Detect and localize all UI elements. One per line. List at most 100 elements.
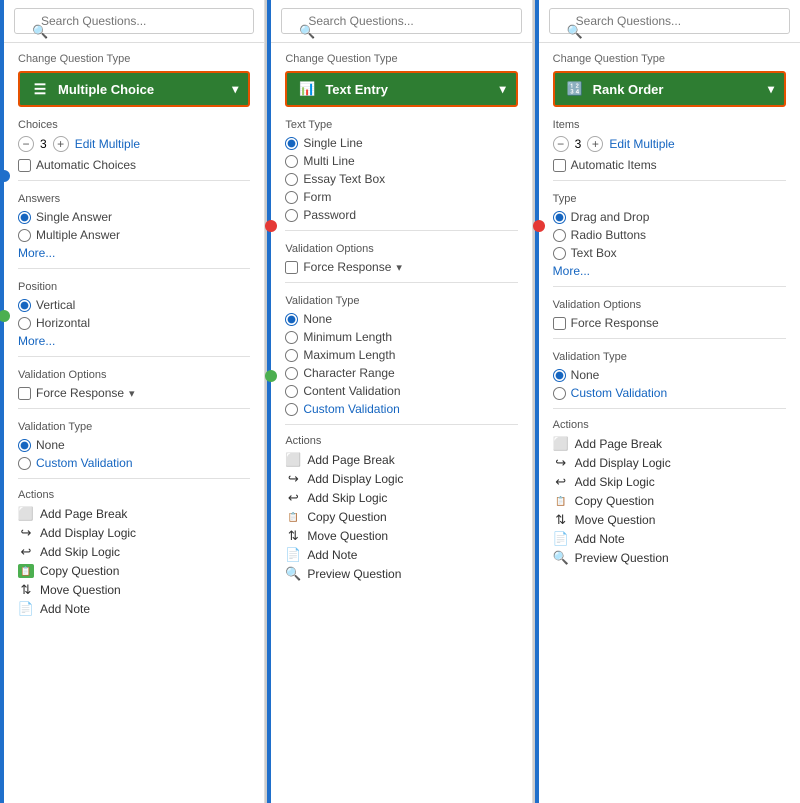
multiple-answer-radio[interactable] — [18, 229, 31, 242]
vt-custom-label-3[interactable]: Custom Validation — [571, 386, 668, 400]
action-page-break-3[interactable]: ⬜ Add Page Break — [553, 437, 786, 451]
move-question-icon-1: ⇅ — [18, 583, 34, 597]
items-plus-btn[interactable]: + — [587, 136, 603, 152]
search-input-2[interactable] — [281, 8, 521, 34]
force-response-checkbox-2[interactable] — [285, 261, 298, 274]
force-response-checkbox-3[interactable] — [553, 317, 566, 330]
vt-charrange-radio[interactable] — [285, 367, 298, 380]
validation-type-label-3: Validation Type — [553, 351, 786, 363]
divider-3b — [553, 286, 786, 287]
force-dropdown-1[interactable]: ▾ — [129, 387, 135, 400]
action-copy-question-3[interactable]: 📋 Copy Question — [553, 494, 786, 508]
vertical-radio[interactable] — [18, 299, 31, 312]
panel-multiple-choice: 🔍 Change Question Type ☰ Multiple Choice… — [0, 0, 265, 803]
actions-label-1: Actions — [18, 489, 250, 501]
force-response-label-2: Force Response — [303, 260, 391, 274]
action-move-question-2[interactable]: ⇅ Move Question — [285, 529, 517, 543]
side-dot-3a — [533, 220, 545, 232]
automatic-choices-row: Automatic Choices — [18, 158, 250, 172]
edit-multiple-choices-btn[interactable]: Edit Multiple — [75, 137, 140, 151]
divider-4 — [18, 408, 250, 409]
vt-none-radio-3[interactable] — [553, 369, 566, 382]
vt-minlen-radio[interactable] — [285, 331, 298, 344]
action-display-logic-1[interactable]: ↪ Add Display Logic — [18, 526, 250, 540]
text-entry-icon: 📊 — [297, 81, 317, 97]
single-answer-label: Single Answer — [36, 210, 112, 224]
move-question-icon-2: ⇅ — [285, 529, 301, 543]
vt-minlen-label: Minimum Length — [303, 330, 392, 344]
answers-more-link[interactable]: More... — [18, 246, 250, 260]
choices-plus-btn[interactable]: + — [53, 136, 69, 152]
horizontal-radio[interactable] — [18, 317, 31, 330]
vt-none-radio-1[interactable] — [18, 439, 31, 452]
essay-text-box-radio[interactable] — [285, 173, 298, 186]
vt-custom-row-3: Custom Validation — [553, 386, 786, 400]
vt-custom-radio-2[interactable] — [285, 403, 298, 416]
vt-custom-label-1[interactable]: Custom Validation — [36, 456, 133, 470]
btn-left-1: ☰ Multiple Choice — [30, 81, 154, 97]
action-copy-question-2[interactable]: 📋 Copy Question — [285, 510, 517, 524]
vt-custom-radio-1[interactable] — [18, 457, 31, 470]
divider-3d — [553, 408, 786, 409]
items-minus-btn[interactable]: − — [553, 136, 569, 152]
drag-drop-radio[interactable] — [553, 211, 566, 224]
edit-multiple-items-btn[interactable]: Edit Multiple — [609, 137, 674, 151]
vt-custom-label-2[interactable]: Custom Validation — [303, 402, 400, 416]
automatic-items-checkbox[interactable] — [553, 159, 566, 172]
single-line-label: Single Line — [303, 136, 362, 150]
divider-2c — [285, 424, 517, 425]
multi-line-label: Multi Line — [303, 154, 354, 168]
question-type-btn-3[interactable]: 🔢 Rank Order ▾ — [553, 71, 786, 107]
actions-label-2: Actions — [285, 435, 517, 447]
single-answer-radio[interactable] — [18, 211, 31, 224]
divider-3a — [553, 180, 786, 181]
radio-buttons-radio[interactable] — [553, 229, 566, 242]
password-radio[interactable] — [285, 209, 298, 222]
divider-2 — [18, 268, 250, 269]
vt-none-label-1: None — [36, 438, 65, 452]
vt-none-row-1: None — [18, 438, 250, 452]
vt-custom-radio-3[interactable] — [553, 387, 566, 400]
search-input-3[interactable] — [549, 8, 790, 34]
action-add-note-3[interactable]: 📄 Add Note — [553, 532, 786, 546]
action-page-break-2[interactable]: ⬜ Add Page Break — [285, 453, 517, 467]
text-box-radio[interactable] — [553, 247, 566, 260]
action-move-question-1[interactable]: ⇅ Move Question — [18, 583, 250, 597]
vt-maxlen-radio[interactable] — [285, 349, 298, 362]
action-display-logic-2[interactable]: ↪ Add Display Logic — [285, 472, 517, 486]
search-input-1[interactable] — [14, 8, 254, 34]
skip-logic-icon-1: ↩ — [18, 545, 34, 559]
vt-content-radio[interactable] — [285, 385, 298, 398]
single-line-radio[interactable] — [285, 137, 298, 150]
action-display-logic-3[interactable]: ↪ Add Display Logic — [553, 456, 786, 470]
question-type-btn-1[interactable]: ☰ Multiple Choice ▾ — [18, 71, 250, 107]
action-skip-logic-2[interactable]: ↩ Add Skip Logic — [285, 491, 517, 505]
action-preview-question-2[interactable]: 🔍 Preview Question — [285, 567, 517, 581]
force-response-checkbox-1[interactable] — [18, 387, 31, 400]
search-wrapper-2: 🔍 — [281, 8, 521, 34]
search-bar-2: 🔍 — [271, 0, 531, 43]
action-skip-logic-3[interactable]: ↩ Add Skip Logic — [553, 475, 786, 489]
action-skip-logic-1[interactable]: ↩ Add Skip Logic — [18, 545, 250, 559]
action-move-question-3[interactable]: ⇅ Move Question — [553, 513, 786, 527]
force-dropdown-2[interactable]: ▾ — [396, 261, 402, 274]
action-add-note-1[interactable]: 📄 Add Note — [18, 602, 250, 616]
automatic-choices-checkbox[interactable] — [18, 159, 31, 172]
action-preview-question-3[interactable]: 🔍 Preview Question — [553, 551, 786, 565]
choices-minus-btn[interactable]: − — [18, 136, 34, 152]
question-type-btn-2[interactable]: 📊 Text Entry ▾ — [285, 71, 517, 107]
password-label: Password — [303, 208, 356, 222]
vt-none-radio-2[interactable] — [285, 313, 298, 326]
single-line-row: Single Line — [285, 136, 517, 150]
text-box-label: Text Box — [571, 246, 617, 260]
action-add-note-2[interactable]: 📄 Add Note — [285, 548, 517, 562]
type-more-link[interactable]: More... — [553, 264, 786, 278]
vertical-label: Vertical — [36, 298, 75, 312]
force-response-label-1: Force Response — [36, 386, 124, 400]
position-more-link[interactable]: More... — [18, 334, 250, 348]
action-page-break-1[interactable]: ⬜ Add Page Break — [18, 507, 250, 521]
action-copy-question-1[interactable]: 📋 Copy Question — [18, 564, 250, 578]
multi-line-radio[interactable] — [285, 155, 298, 168]
form-radio[interactable] — [285, 191, 298, 204]
rank-order-icon: 🔢 — [565, 81, 585, 97]
